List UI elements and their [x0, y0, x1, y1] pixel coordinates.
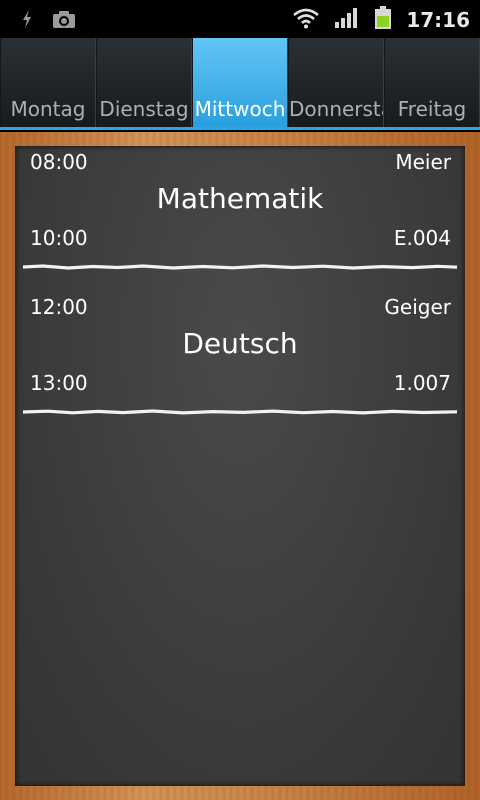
battery-icon: [374, 6, 392, 34]
lesson-end-time: 10:00: [30, 226, 88, 250]
lesson-subject: Deutsch: [182, 327, 298, 360]
lesson-room: E.004: [393, 226, 451, 250]
chalkboard[interactable]: 08:00 Meier Mathematik 10:00 E.004 12:00…: [15, 146, 465, 786]
status-bar: 17:16: [0, 0, 480, 38]
chalk-divider: [23, 264, 457, 270]
camera-icon: [52, 9, 76, 33]
tab-montag[interactable]: Montag: [0, 38, 96, 127]
lesson-start-time: 12:00: [30, 295, 88, 319]
tab-label: Dienstag: [99, 97, 189, 121]
wooden-frame: 08:00 Meier Mathematik 10:00 E.004 12:00…: [0, 132, 480, 800]
lesson-entry[interactable]: 12:00 Geiger Deutsch 13:00 1.007: [15, 291, 465, 425]
lesson-room: 1.007: [393, 371, 451, 395]
tab-freitag[interactable]: Freitag: [384, 38, 480, 127]
day-tab-bar: Montag Dienstag Mittwoch Donnersta Freit…: [0, 38, 480, 130]
wifi-icon: [292, 7, 320, 33]
lesson-teacher: Geiger: [384, 295, 451, 319]
lesson-subject: Mathematik: [156, 182, 324, 215]
signal-icon: [334, 7, 360, 33]
lesson-entry[interactable]: 08:00 Meier Mathematik 10:00 E.004: [15, 146, 465, 280]
lesson-end-time: 13:00: [30, 371, 88, 395]
lesson-start-time: 08:00: [30, 150, 88, 174]
tab-label: Montag: [10, 97, 86, 121]
clock: 17:16: [406, 8, 470, 32]
tab-mittwoch[interactable]: Mittwoch: [192, 38, 288, 127]
tab-donnerstag[interactable]: Donnersta: [288, 38, 384, 127]
tab-label: Mittwoch: [194, 97, 286, 121]
tab-dienstag[interactable]: Dienstag: [96, 38, 192, 127]
tab-label: Freitag: [397, 97, 467, 121]
usb-debug-icon: [20, 9, 34, 33]
lesson-teacher: Meier: [395, 150, 451, 174]
tab-label: Donnersta: [289, 97, 384, 121]
chalk-divider: [23, 409, 457, 415]
